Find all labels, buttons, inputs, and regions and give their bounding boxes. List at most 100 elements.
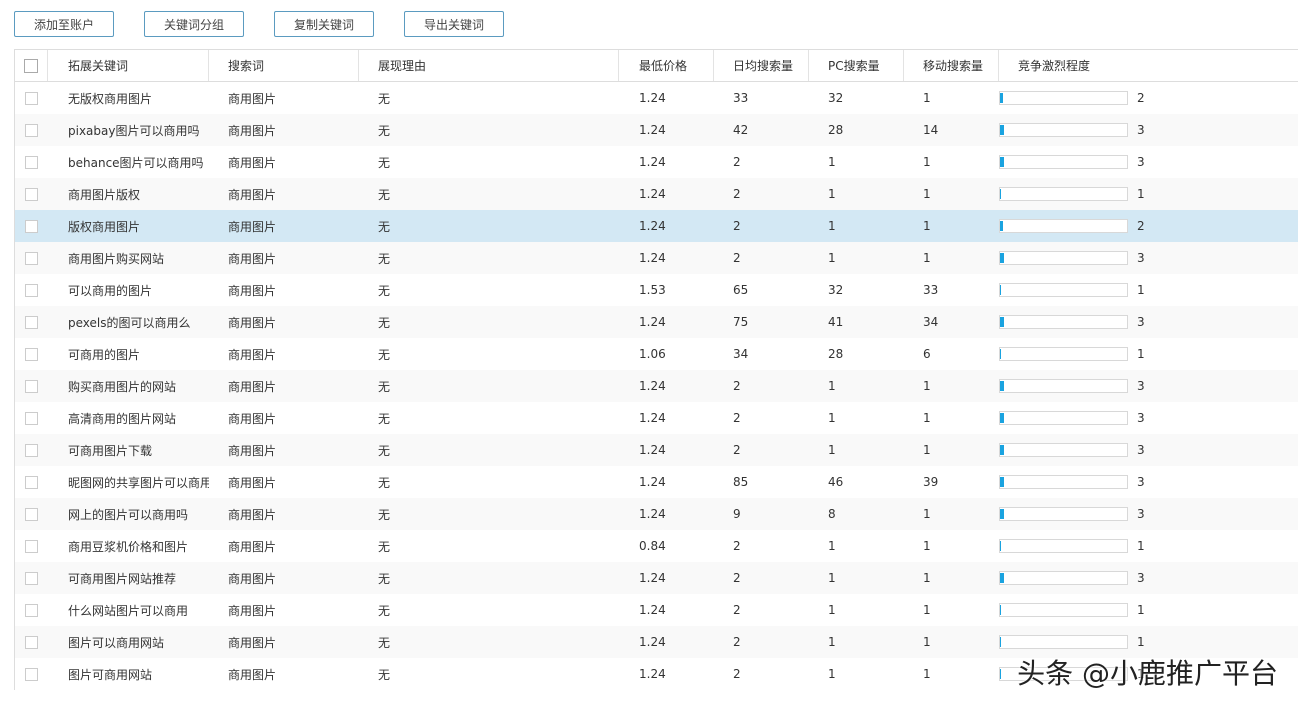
cell-search-term: 商用图片 <box>228 347 277 362</box>
cell-min-price: 1.24 <box>639 123 666 137</box>
select-all-checkbox[interactable] <box>24 58 38 73</box>
row-checkbox[interactable] <box>25 251 38 265</box>
table-body: 无版权商用图片 商用图片无 1.24 33 32 1 2 pixabay图片可以商用吗 商用图片… <box>15 82 1298 690</box>
competition-bar <box>999 123 1128 137</box>
row-checkbox[interactable] <box>25 507 38 521</box>
row-checkbox[interactable] <box>25 635 38 649</box>
cell-keyword: behance图片可以商用吗 <box>68 155 204 170</box>
cell-mobile-searches: 1 <box>923 219 931 233</box>
row-checkbox[interactable] <box>25 283 38 297</box>
keyword-group-button[interactable]: 关键词分组 <box>144 11 244 37</box>
cell-min-price: 1.24 <box>639 91 666 105</box>
cell-keyword: 商用豆浆机价格和图片 <box>68 539 189 554</box>
competition-bar <box>999 475 1128 489</box>
header-search-term[interactable]: 搜索词 <box>209 50 359 81</box>
cell-pc-searches: 1 <box>828 411 836 425</box>
table-row[interactable]: 可商用图片下载 商用图片 无 1.24 2 1 1 3 <box>15 434 1298 466</box>
table-row[interactable]: 无版权商用图片 商用图片 无 1.24 33 32 1 2 <box>15 82 1298 114</box>
row-checkbox[interactable] <box>25 411 38 425</box>
table-row[interactable]: 高清商用的图片网站 商用图片 无 1.24 2 1 1 3 <box>15 402 1298 434</box>
cell-keyword: 昵图网的共享图片可以商用 <box>68 475 209 490</box>
table-row[interactable]: 可商用图片网站推荐 商用图片 无 1.24 2 1 1 3 <box>15 562 1298 594</box>
competition-bar-fill <box>1000 509 1004 519</box>
cell-mobile-searches: 1 <box>923 443 931 457</box>
cell-keyword: 什么网站图片可以商用 <box>68 603 189 618</box>
competition-bar <box>999 635 1128 649</box>
cell-min-price: 1.24 <box>639 571 666 585</box>
competition-level: 1 <box>1137 635 1145 649</box>
cell-daily-searches: 65 <box>733 283 749 297</box>
row-checkbox[interactable] <box>25 91 38 105</box>
cell-reason: 无 <box>378 187 391 202</box>
header-pc-searches[interactable]: PC搜索量 <box>809 50 904 81</box>
header-keyword[interactable]: 拓展关键词 <box>48 50 209 81</box>
header-reason[interactable]: 展现理由 <box>359 50 619 81</box>
cell-reason: 无 <box>378 411 391 426</box>
cell-search-term: 商用图片 <box>228 91 277 106</box>
row-checkbox[interactable] <box>25 155 38 169</box>
table-row[interactable]: pixabay图片可以商用吗 商用图片 无 1.24 42 28 14 3 <box>15 114 1298 146</box>
cell-reason: 无 <box>378 571 391 586</box>
competition-bar <box>999 155 1128 169</box>
table-row[interactable]: 商用豆浆机价格和图片 商用图片 无 0.84 2 1 1 1 <box>15 530 1298 562</box>
header-mobile-searches[interactable]: 移动搜索量 <box>904 50 999 81</box>
cell-mobile-searches: 1 <box>923 571 931 585</box>
header-min-price[interactable]: 最低价格 <box>619 50 714 81</box>
cell-pc-searches: 1 <box>828 603 836 617</box>
cell-min-price: 1.24 <box>639 667 666 681</box>
table-row[interactable]: 商用图片版权 商用图片 无 1.24 2 1 1 1 <box>15 178 1298 210</box>
competition-level: 3 <box>1137 251 1145 265</box>
cell-keyword: 可商用图片下载 <box>68 443 153 458</box>
table-row[interactable]: 什么网站图片可以商用 商用图片 无 1.24 2 1 1 1 <box>15 594 1298 626</box>
competition-level: 1 <box>1137 283 1145 297</box>
cell-min-price: 1.24 <box>639 155 666 169</box>
competition-bar <box>999 539 1128 553</box>
table-row[interactable]: 昵图网的共享图片可以商用 商用图片 无 1.24 85 46 39 3 <box>15 466 1298 498</box>
row-checkbox[interactable] <box>25 187 38 201</box>
table-row[interactable]: 购买商用图片的网站 商用图片 无 1.24 2 1 1 3 <box>15 370 1298 402</box>
cell-mobile-searches: 39 <box>923 475 939 489</box>
competition-bar-fill <box>1000 541 1002 551</box>
add-to-account-button[interactable]: 添加至账户 <box>14 11 114 37</box>
competition-level: 3 <box>1137 571 1145 585</box>
competition-bar-fill <box>1000 285 1002 295</box>
cell-reason: 无 <box>378 667 391 682</box>
export-keywords-button[interactable]: 导出关键词 <box>404 11 504 37</box>
cell-min-price: 1.24 <box>639 219 666 233</box>
row-checkbox[interactable] <box>25 379 38 393</box>
table-row[interactable]: 商用图片购买网站 商用图片 无 1.24 2 1 1 3 <box>15 242 1298 274</box>
row-checkbox[interactable] <box>25 347 38 361</box>
row-checkbox[interactable] <box>25 219 38 233</box>
cell-reason: 无 <box>378 475 391 490</box>
table-row[interactable]: pexels的图可以商用么 商用图片 无 1.24 75 41 34 3 <box>15 306 1298 338</box>
competition-level: 2 <box>1137 91 1145 105</box>
cell-mobile-searches: 1 <box>923 379 931 393</box>
row-checkbox[interactable] <box>25 123 38 137</box>
table-row[interactable]: 版权商用图片 商用图片 无 1.24 2 1 1 2 <box>15 210 1298 242</box>
cell-search-term: 商用图片 <box>228 443 277 458</box>
competition-bar <box>999 379 1128 393</box>
header-competition[interactable]: 竞争激烈程度 <box>999 50 1298 81</box>
cell-daily-searches: 2 <box>733 187 741 201</box>
cell-reason: 无 <box>378 91 391 106</box>
table-row[interactable]: 可商用的图片 商用图片 无 1.06 34 28 6 1 <box>15 338 1298 370</box>
row-checkbox[interactable] <box>25 603 38 617</box>
table-row[interactable]: behance图片可以商用吗 商用图片 无 1.24 2 1 1 3 <box>15 146 1298 178</box>
table-row[interactable]: 网上的图片可以商用吗 商用图片 无 1.24 9 8 1 3 <box>15 498 1298 530</box>
cell-pc-searches: 46 <box>828 475 844 489</box>
cell-daily-searches: 2 <box>733 603 741 617</box>
row-checkbox[interactable] <box>25 571 38 585</box>
cell-keyword: 无版权商用图片 <box>68 91 153 106</box>
cell-search-term: 商用图片 <box>228 475 277 490</box>
row-checkbox[interactable] <box>25 539 38 553</box>
row-checkbox[interactable] <box>25 315 38 329</box>
row-checkbox[interactable] <box>25 667 38 681</box>
row-checkbox[interactable] <box>25 475 38 489</box>
cell-keyword: pexels的图可以商用么 <box>68 315 191 330</box>
row-checkbox[interactable] <box>25 443 38 457</box>
cell-search-term: 商用图片 <box>228 315 277 330</box>
cell-daily-searches: 2 <box>733 219 741 233</box>
header-daily-searches[interactable]: 日均搜索量 <box>714 50 809 81</box>
table-row[interactable]: 可以商用的图片 商用图片 无 1.53 65 32 33 1 <box>15 274 1298 306</box>
copy-keywords-button[interactable]: 复制关键词 <box>274 11 374 37</box>
